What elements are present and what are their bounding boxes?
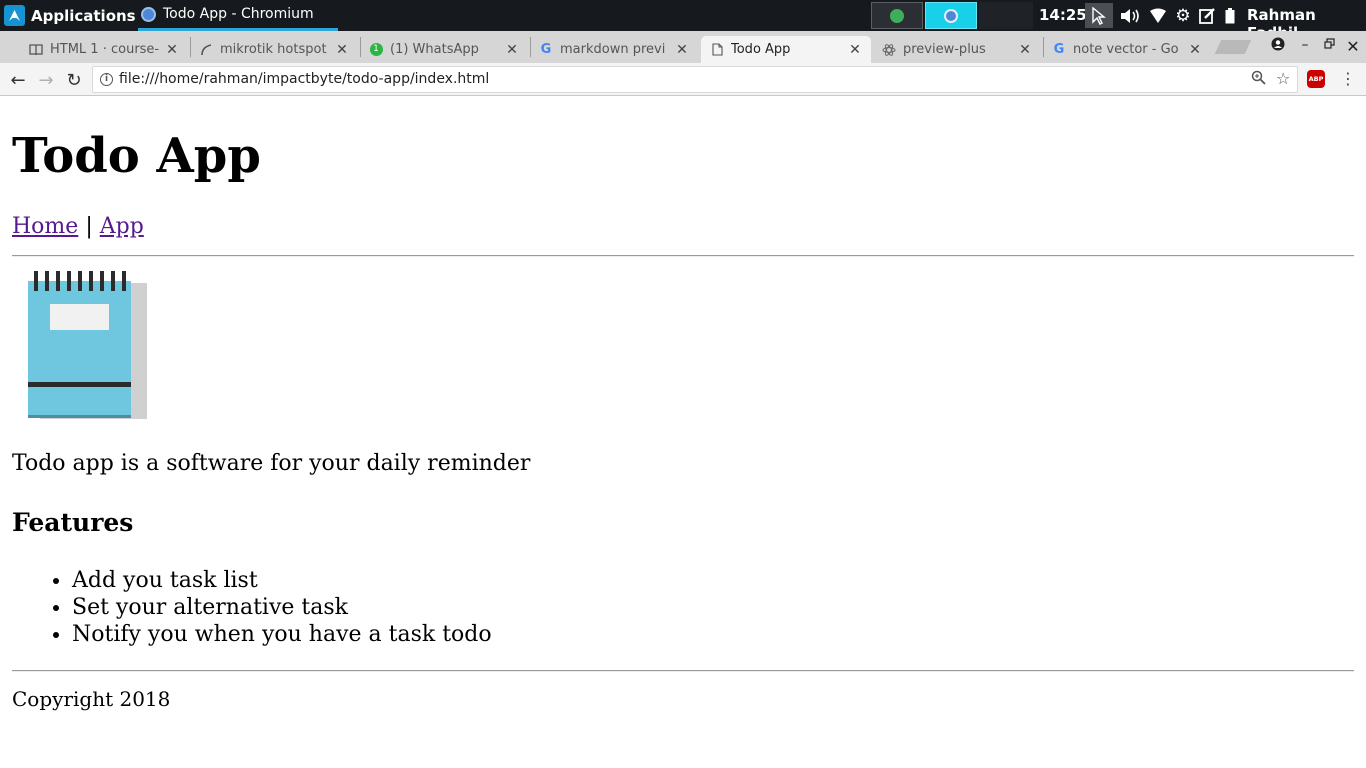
volume-icon[interactable] (1117, 3, 1143, 28)
google-icon: G (1053, 42, 1065, 57)
atom-icon (882, 43, 896, 57)
tab[interactable]: 1 (1) WhatsApp ✕ (360, 36, 528, 63)
bookmark-star-icon[interactable]: ☆ (1276, 69, 1290, 88)
workspace-3[interactable] (979, 2, 1033, 29)
url-text[interactable]: file:///home/rahman/impactbyte/todo-app/… (119, 71, 489, 87)
tab[interactable]: HTML 1 · course- ✕ (20, 36, 188, 63)
browser-toolbar: ← → ↻ i file:///home/rahman/impactbyte/t… (0, 63, 1366, 96)
copyright: Copyright 2018 (12, 687, 171, 711)
tab-title: (1) WhatsApp (390, 42, 479, 57)
home-link[interactable]: Home (12, 214, 78, 239)
page-icon (710, 43, 724, 57)
maximize-icon[interactable] (1319, 37, 1339, 53)
feature-item: Notify you when you have a task todo (72, 621, 492, 648)
nav-separator: | (85, 214, 93, 239)
arch-logo-icon (4, 5, 25, 26)
wifi-icon[interactable] (1146, 3, 1170, 28)
tab-title: markdown previ (560, 42, 666, 57)
minimize-icon[interactable]: – (1295, 37, 1315, 53)
forward-icon[interactable]: → (34, 68, 58, 92)
chromium-icon (944, 8, 958, 23)
reload-icon[interactable]: ↻ (62, 68, 86, 92)
close-icon[interactable]: ✕ (504, 42, 520, 58)
features-heading: Features (12, 508, 134, 537)
applications-label: Applications (31, 6, 136, 25)
tab-title: preview-plus (903, 42, 986, 57)
feature-item: Add you task list (72, 567, 492, 594)
notepad-image (28, 271, 147, 419)
tab-title: HTML 1 · course- (50, 42, 160, 57)
app-icon (890, 8, 904, 23)
features-list: Add you task list Set your alternative t… (72, 567, 492, 648)
tab-title: Todo App (731, 42, 791, 57)
tab[interactable]: G note vector - Go ✕ (1043, 36, 1211, 63)
menu-icon[interactable]: ⋮ (1340, 69, 1356, 88)
app-link[interactable]: App (100, 214, 144, 239)
mikrotik-icon (199, 43, 213, 57)
book-icon (29, 43, 43, 57)
cursor-icon[interactable] (1085, 3, 1113, 28)
tab-strip: HTML 1 · course- ✕ mikrotik hotspot ✕ 1 … (0, 31, 1366, 63)
tab[interactable]: mikrotik hotspot ✕ (190, 36, 358, 63)
adblock-icon[interactable]: ABP (1307, 70, 1325, 88)
page-title: Todo App (12, 128, 261, 184)
divider (12, 670, 1354, 672)
chromium-icon (141, 6, 156, 22)
system-panel: Applications Todo App - Chromium 14:25 ⚙… (0, 0, 1366, 42)
workspace-1[interactable] (871, 2, 923, 29)
close-window-icon[interactable]: ✕ (1343, 37, 1363, 56)
google-icon: G (540, 42, 552, 57)
close-icon[interactable]: ✕ (1187, 42, 1203, 58)
divider (12, 255, 1354, 257)
tab[interactable]: preview-plus ✕ (873, 36, 1041, 63)
applications-menu[interactable]: Applications (0, 0, 136, 31)
battery-icon[interactable] (1221, 3, 1239, 28)
taskbar-window-title: Todo App - Chromium (163, 6, 314, 22)
whatsapp-icon: 1 (369, 43, 383, 57)
zoom-icon[interactable] (1251, 70, 1266, 89)
tab-title: note vector - Go (1073, 42, 1179, 57)
close-icon[interactable]: ✕ (674, 42, 690, 58)
close-icon[interactable]: ✕ (847, 42, 863, 58)
tab-title: mikrotik hotspot (220, 42, 327, 57)
info-icon[interactable]: i (100, 73, 113, 86)
address-bar[interactable]: i file:///home/rahman/impactbyte/todo-ap… (92, 66, 1298, 93)
taskbar-window-chromium[interactable]: Todo App - Chromium (138, 0, 338, 31)
back-icon[interactable]: ← (6, 68, 30, 92)
close-icon[interactable]: ✕ (1017, 42, 1033, 58)
profile-icon[interactable] (1268, 37, 1288, 55)
close-icon[interactable]: ✕ (334, 42, 350, 58)
description: Todo app is a software for your daily re… (12, 451, 531, 476)
page-nav: Home | App (12, 216, 144, 238)
gear-icon[interactable]: ⚙ (1171, 3, 1195, 28)
feature-item: Set your alternative task (72, 594, 492, 621)
notes-icon[interactable] (1196, 3, 1218, 28)
clock[interactable]: 14:25 (1039, 6, 1087, 24)
close-icon[interactable]: ✕ (164, 42, 180, 58)
tab-active[interactable]: Todo App ✕ (701, 36, 871, 63)
workspace-2[interactable] (925, 2, 977, 29)
tab[interactable]: G markdown previ ✕ (530, 36, 698, 63)
